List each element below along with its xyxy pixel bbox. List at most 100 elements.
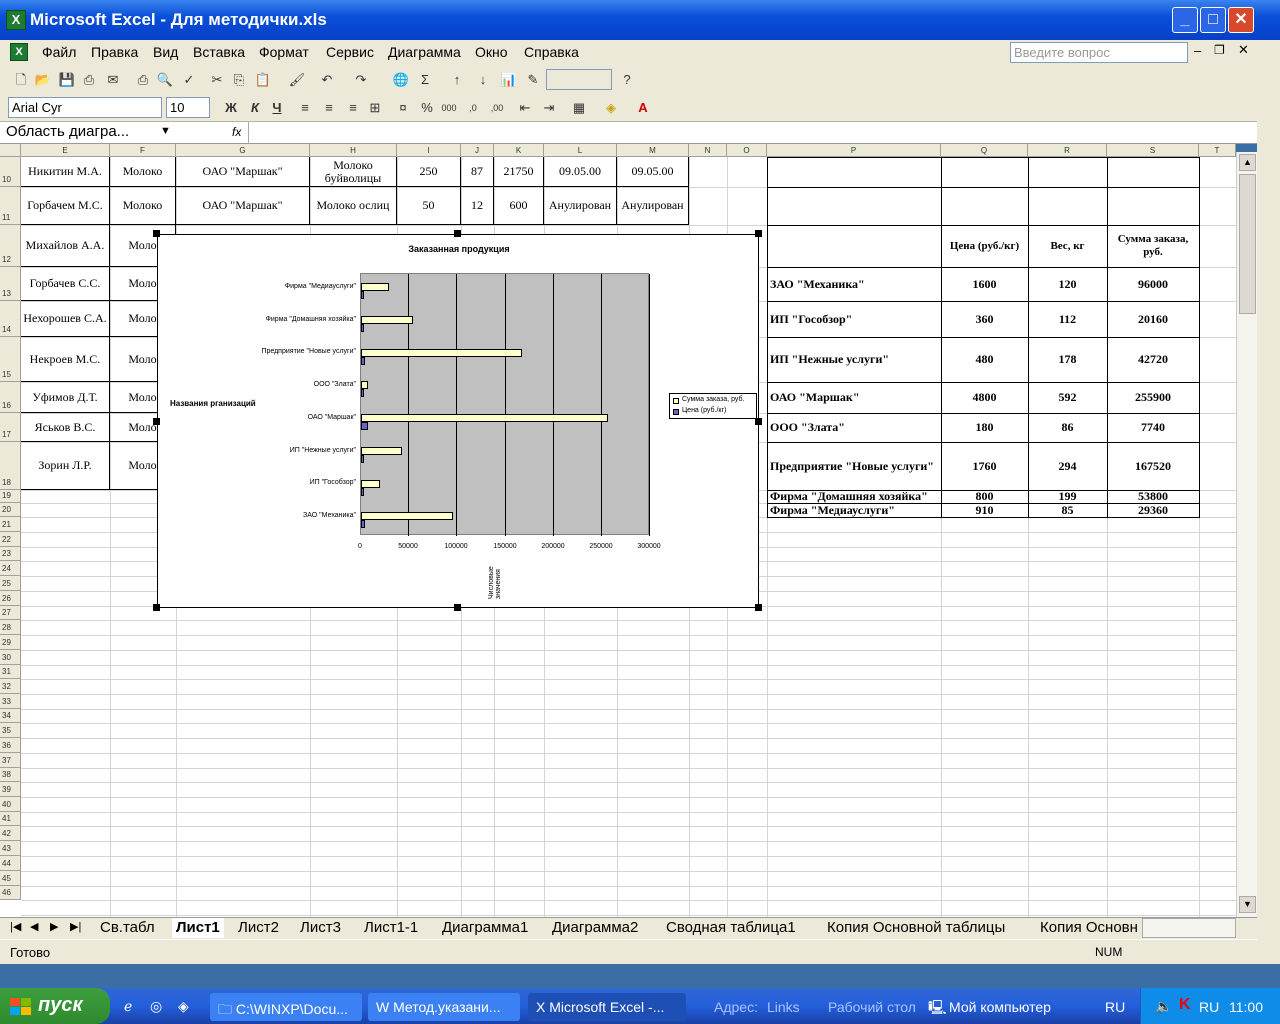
row-header-37[interactable]: 37	[0, 753, 21, 768]
summary-value[interactable]: 167520	[1107, 442, 1199, 490]
summary-value[interactable]: 20160	[1107, 301, 1199, 337]
row-header-40[interactable]: 40	[0, 797, 21, 812]
row-header-46[interactable]: 46	[0, 886, 21, 900]
align-left-icon[interactable]: ≡	[296, 99, 314, 117]
row-header-26[interactable]: 26	[0, 591, 21, 606]
row-header-14[interactable]: 14	[0, 301, 21, 337]
taskbar-item-word[interactable]: W Метод.указани...	[368, 993, 520, 1021]
column-header-e[interactable]: E	[21, 144, 110, 157]
table-cell[interactable]: Яськов В.С.	[21, 413, 110, 442]
doc-minimize-icon[interactable]: –	[1194, 43, 1201, 58]
column-header-m[interactable]: M	[617, 144, 689, 157]
zoom-combo[interactable]	[546, 69, 612, 90]
table-cell[interactable]: Уфимов Д.Т.	[21, 382, 110, 413]
bar-price-1[interactable]	[361, 488, 364, 496]
column-header-g[interactable]: G	[176, 144, 310, 157]
decrease-decimal-icon[interactable]: ,00	[488, 99, 506, 117]
column-header-o[interactable]: O	[727, 144, 767, 157]
row-header-22[interactable]: 22	[0, 532, 21, 547]
bar-sum-3[interactable]	[361, 414, 608, 422]
row-header-13[interactable]: 13	[0, 267, 21, 301]
table-cell[interactable]: 12	[461, 187, 494, 225]
summary-org-name[interactable]: Фирма "Медиауслуги"	[770, 503, 941, 517]
tab-prev-icon[interactable]: ◀	[30, 920, 38, 933]
sort-desc-icon[interactable]: ↓	[474, 71, 492, 89]
row-header-12[interactable]: 12	[0, 225, 21, 267]
opera-quicklaunch-icon[interactable]: ◎	[150, 998, 162, 1015]
sort-asc-icon[interactable]: ↑	[448, 71, 466, 89]
tab-list3[interactable]: Лист3	[300, 918, 341, 938]
font-size-combo[interactable]: 10	[166, 97, 210, 118]
row-header-45[interactable]: 45	[0, 871, 21, 886]
row-header-25[interactable]: 25	[0, 576, 21, 591]
merge-center-icon[interactable]: ⊞	[366, 99, 384, 117]
horizontal-scrollbar[interactable]	[1142, 918, 1236, 938]
row-header-32[interactable]: 32	[0, 679, 21, 694]
column-header-n[interactable]: N	[689, 144, 727, 157]
name-box-dropdown-icon[interactable]: ▼	[160, 125, 171, 137]
row-header-21[interactable]: 21	[0, 517, 21, 532]
chart-handle-tl[interactable]	[153, 230, 160, 237]
redo-icon[interactable]: ↷	[352, 71, 370, 89]
row-header-41[interactable]: 41	[0, 812, 21, 826]
font-color-icon[interactable]: A	[634, 99, 652, 117]
row-header-17[interactable]: 17	[0, 413, 21, 442]
table-cell[interactable]: 09.05.00	[544, 157, 617, 187]
tab-list1-1[interactable]: Лист1-1	[364, 918, 418, 938]
summary-value[interactable]: 199	[1028, 489, 1107, 503]
maximize-button[interactable]: □	[1200, 7, 1226, 33]
chart-handle-tr[interactable]	[755, 230, 762, 237]
menu-format[interactable]: Формат	[259, 44, 309, 60]
summary-value[interactable]: 42720	[1107, 337, 1199, 382]
bar-price-6[interactable]	[361, 324, 364, 332]
column-header-h[interactable]: H	[310, 144, 397, 157]
volume-icon[interactable]: 🔈	[1155, 998, 1172, 1015]
row-header-42[interactable]: 42	[0, 826, 21, 841]
bar-price-0[interactable]	[361, 520, 365, 528]
format-painter-icon[interactable]: 🖌	[288, 71, 306, 89]
table-cell[interactable]: Зорин Л.Р.	[21, 442, 110, 490]
menu-tools[interactable]: Сервис	[326, 44, 374, 60]
table-cell[interactable]: Анулирован	[617, 187, 689, 225]
column-header-p[interactable]: P	[767, 144, 941, 157]
bar-price-2[interactable]	[361, 455, 364, 463]
summary-value[interactable]: 86	[1028, 413, 1107, 442]
help-icon[interactable]: ?	[618, 71, 636, 89]
summary-value[interactable]: 592	[1028, 382, 1107, 413]
row-header-15[interactable]: 15	[0, 337, 21, 382]
doc-close-icon[interactable]: ✕	[1238, 42, 1249, 58]
links-label[interactable]: Links	[767, 999, 800, 1015]
tab-next-icon[interactable]: ▶	[50, 920, 58, 933]
menu-insert[interactable]: Вставка	[193, 44, 245, 60]
table-cell[interactable]: Горбачем М.С.	[21, 187, 110, 225]
taskbar-item-excel[interactable]: X Microsoft Excel -...	[528, 993, 686, 1021]
row-header-43[interactable]: 43	[0, 841, 21, 856]
scroll-thumb[interactable]	[1239, 174, 1256, 314]
summary-value[interactable]: 96000	[1107, 267, 1199, 301]
undo-icon[interactable]: ↶	[318, 71, 336, 89]
comma-style-icon[interactable]: 000	[440, 99, 458, 117]
spelling-icon[interactable]: ✓	[180, 71, 198, 89]
row-header-18[interactable]: 18	[0, 442, 21, 490]
chart-handle-bc[interactable]	[454, 604, 461, 611]
table-cell[interactable]: 250	[397, 157, 461, 187]
bar-sum-7[interactable]	[361, 283, 389, 291]
table-cell[interactable]: Михайлов А.А.	[21, 225, 110, 267]
column-header-k[interactable]: K	[494, 144, 544, 157]
summary-value[interactable]: 4800	[941, 382, 1028, 413]
table-cell[interactable]: ОАО "Маршак"	[176, 157, 310, 187]
summary-value[interactable]: 294	[1028, 442, 1107, 490]
column-header-l[interactable]: L	[544, 144, 617, 157]
taskbar-item-explorer[interactable]: 🗀 C:\WINXP\Docu...	[210, 993, 362, 1021]
row-header-33[interactable]: 33	[0, 694, 21, 709]
chart-handle-bl[interactable]	[153, 604, 160, 611]
column-header-j[interactable]: J	[461, 144, 494, 157]
italic-icon[interactable]: К	[246, 99, 264, 117]
menu-edit[interactable]: Правка	[91, 44, 138, 60]
row-header-34[interactable]: 34	[0, 709, 21, 723]
summary-value[interactable]: 480	[941, 337, 1028, 382]
table-cell[interactable]: 21750	[494, 157, 544, 187]
tab-pivot1[interactable]: Сводная таблица1	[666, 918, 796, 938]
table-cell[interactable]: Молоко	[110, 157, 176, 187]
row-header-29[interactable]: 29	[0, 635, 21, 650]
